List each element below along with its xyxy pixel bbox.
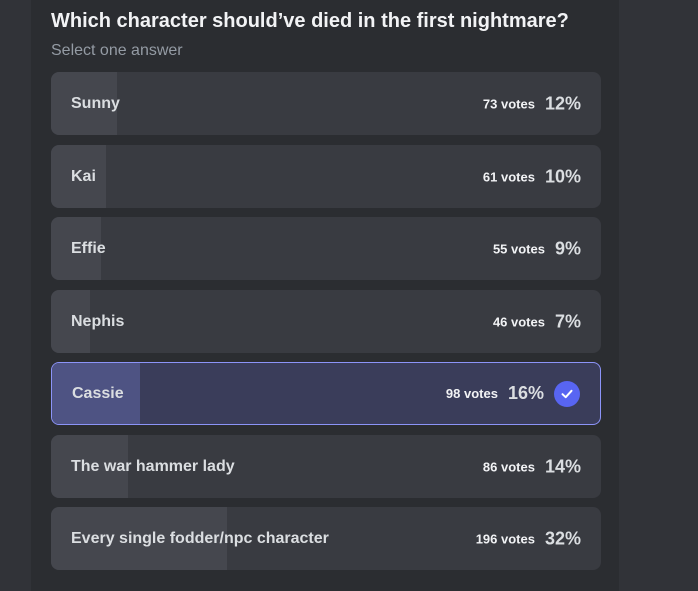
option-label: Nephis [71,312,125,330]
vote-count: 73 votes [482,96,535,111]
vote-percent: 10% [544,166,581,186]
poll-option-cassie[interactable]: Cassie 98 votes 16% [51,362,601,425]
option-label: Cassie [72,384,124,402]
vote-count: 196 votes [475,531,535,546]
vote-percent: 14% [544,456,581,476]
poll-option-sunny[interactable]: Sunny 73 votes 12% [51,72,601,135]
check-icon [554,380,580,407]
vote-percent: 12% [544,93,581,113]
vote-count: 46 votes [492,314,545,329]
vote-count: 55 votes [492,241,545,256]
poll-question: Which character should’ve died in the fi… [51,10,569,32]
option-results: 86 votes 14% [483,456,581,477]
option-label: Sunny [71,94,120,112]
chat-background [619,0,698,591]
poll-option-nephis[interactable]: Nephis 46 votes 7% [51,290,601,353]
option-results: 98 votes 16% [445,380,580,407]
vote-count: 86 votes [482,459,535,474]
option-label: The war hammer lady [71,457,235,475]
vote-count: 61 votes [482,169,535,184]
option-results: 61 votes 10% [483,166,581,187]
vote-percent: 16% [507,383,544,403]
poll-option-war-hammer-lady[interactable]: The war hammer lady 86 votes 14% [51,435,601,498]
option-results: 196 votes 32% [476,528,581,549]
poll-instructions: Select one answer [51,42,183,59]
vote-percent: 7% [554,311,581,331]
option-label: Effie [71,239,106,257]
poll-option-fodder-npc[interactable]: Every single fodder/npc character 196 vo… [51,507,601,570]
option-results: 55 votes 9% [493,238,581,259]
poll-card: Which character should’ve died in the fi… [31,0,619,591]
option-label: Every single fodder/npc character [71,529,329,547]
option-results: 73 votes 12% [483,93,581,114]
vote-count: 98 votes [445,386,498,401]
poll-option-kai[interactable]: Kai 61 votes 10% [51,145,601,208]
vote-percent: 32% [544,528,581,548]
option-label: Kai [71,167,96,185]
vote-percent: 9% [554,238,581,258]
option-results: 46 votes 7% [493,311,581,332]
poll-option-effie[interactable]: Effie 55 votes 9% [51,217,601,280]
